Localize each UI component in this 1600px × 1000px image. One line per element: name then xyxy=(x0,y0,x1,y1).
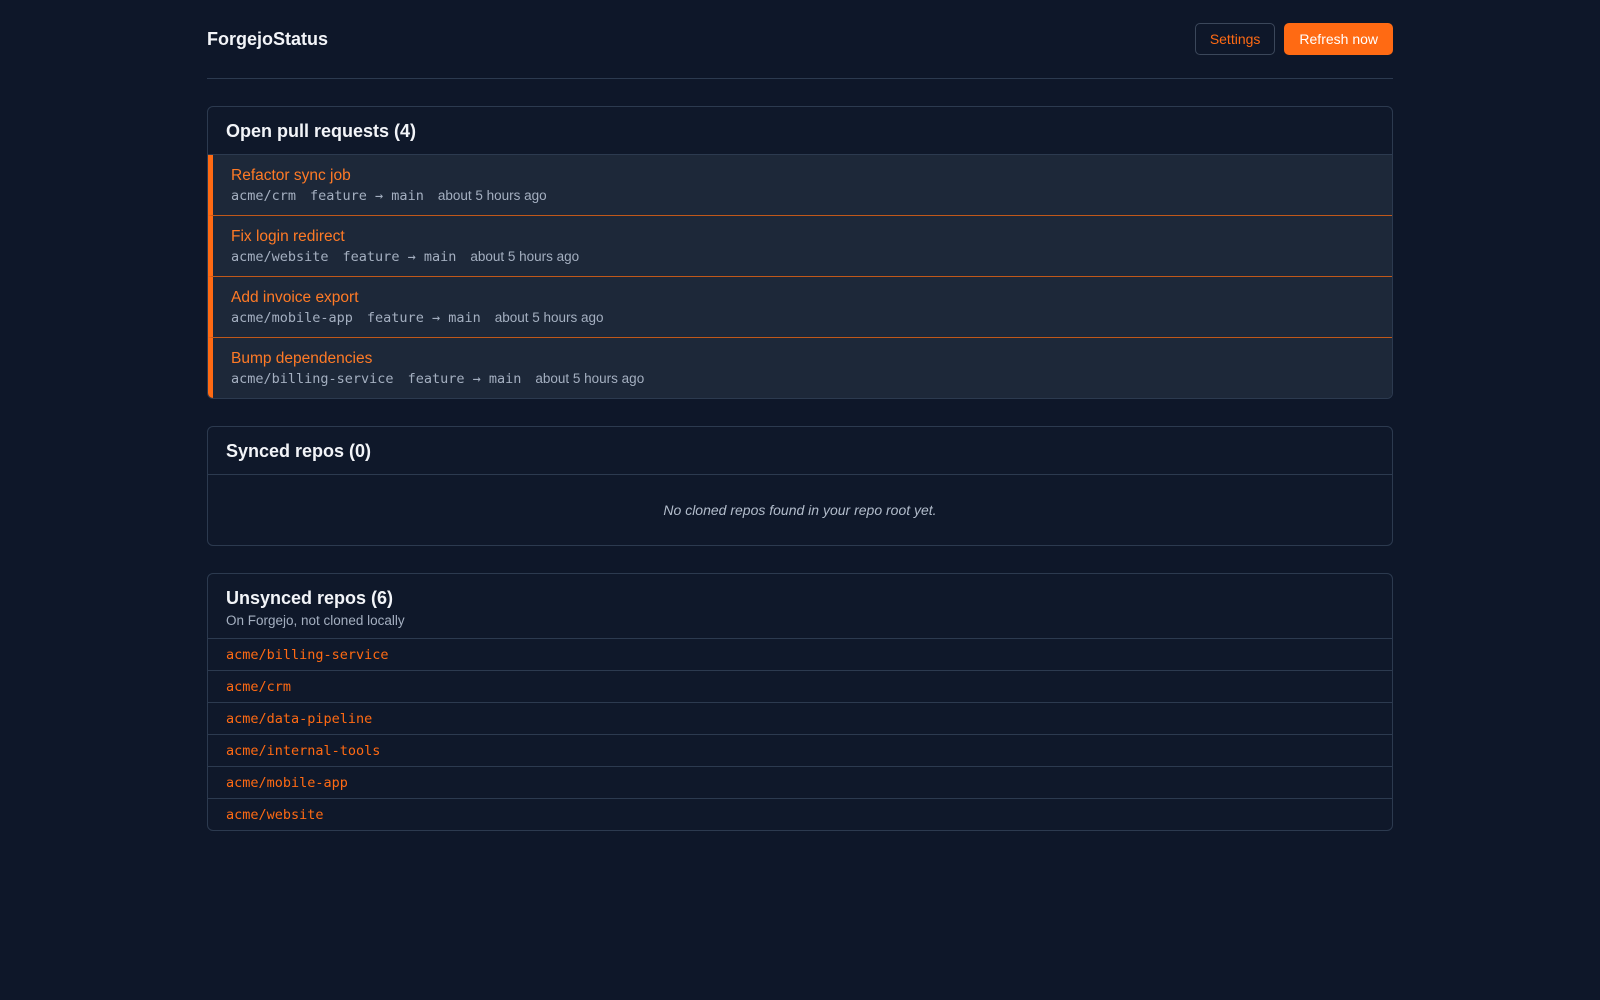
pull-request-meta: acme/website feature → main about 5 hour… xyxy=(231,249,1374,265)
repo-link[interactable]: acme/mobile-app xyxy=(208,767,1392,799)
top-header: ForgejoStatus Settings Refresh now xyxy=(207,0,1393,79)
repo-link[interactable]: acme/billing-service xyxy=(208,639,1392,671)
pull-request-list: Refactor sync job acme/crm feature → mai… xyxy=(208,155,1392,398)
pull-request-meta: acme/billing-service feature → main abou… xyxy=(231,371,1374,387)
pull-request-repo: acme/crm xyxy=(231,188,297,204)
pull-request-time: about 5 hours ago xyxy=(437,188,547,203)
pull-request-time: about 5 hours ago xyxy=(535,371,645,386)
pull-request-item: Bump dependencies acme/billing-service f… xyxy=(208,338,1392,398)
pull-request-item: Add invoice export acme/mobile-app featu… xyxy=(208,277,1392,338)
header-actions: Settings Refresh now xyxy=(1194,14,1393,55)
pull-request-item: Refactor sync job acme/crm feature → mai… xyxy=(208,155,1392,216)
pull-request-branch: feature → main xyxy=(407,371,522,387)
pull-request-repo: acme/billing-service xyxy=(231,371,394,387)
repo-link[interactable]: acme/crm xyxy=(208,671,1392,703)
panel-subtitle: On Forgejo, not cloned locally xyxy=(226,613,405,628)
page-container: ForgejoStatus Settings Refresh now Open … xyxy=(207,0,1393,831)
panel-title: Open pull requests (4) xyxy=(226,121,417,141)
repo-link[interactable]: acme/data-pipeline xyxy=(208,703,1392,735)
unsynced-repo-list: acme/billing-service acme/crm acme/data-… xyxy=(208,639,1392,830)
pull-request-item: Fix login redirect acme/website feature … xyxy=(208,216,1392,277)
pull-request-branch: feature → main xyxy=(310,188,424,204)
pull-request-title-link[interactable]: Refactor sync job xyxy=(231,166,1374,186)
app-title: ForgejoStatus xyxy=(207,29,329,49)
pull-request-branch: feature → main xyxy=(342,249,457,265)
repo-link[interactable]: acme/website xyxy=(208,799,1392,830)
synced-repos-panel: Synced repos (0) No cloned repos found i… xyxy=(207,426,1393,546)
panel-title: Synced repos (0) xyxy=(226,441,372,461)
panel-header: Open pull requests (4) xyxy=(208,107,1392,155)
pull-request-time: about 5 hours ago xyxy=(470,249,580,264)
pull-request-title-link[interactable]: Add invoice export xyxy=(231,288,1374,308)
pull-request-branch: feature → main xyxy=(366,310,481,326)
pull-request-meta: acme/crm feature → main about 5 hours ag… xyxy=(231,188,1374,204)
panel-header: Synced repos (0) xyxy=(208,427,1392,475)
pull-request-repo: acme/website xyxy=(231,249,329,265)
empty-state-message: No cloned repos found in your repo root … xyxy=(663,502,937,518)
unsynced-repos-panel: Unsynced repos (6) On Forgejo, not clone… xyxy=(207,573,1393,831)
pull-request-repo: acme/mobile-app xyxy=(231,310,353,326)
pull-request-title-link[interactable]: Fix login redirect xyxy=(231,227,1374,247)
pull-request-time: about 5 hours ago xyxy=(494,310,604,325)
refresh-now-button[interactable]: Refresh now xyxy=(1284,23,1393,55)
settings-button[interactable]: Settings xyxy=(1194,23,1276,55)
pull-request-title-link[interactable]: Bump dependencies xyxy=(231,349,1374,369)
panel-header: Unsynced repos (6) On Forgejo, not clone… xyxy=(208,574,1392,639)
panel-title: Unsynced repos (6) xyxy=(226,588,394,608)
open-pull-requests-panel: Open pull requests (4) Refactor sync job… xyxy=(207,106,1393,399)
repo-link[interactable]: acme/internal-tools xyxy=(208,735,1392,767)
pull-request-meta: acme/mobile-app feature → main about 5 h… xyxy=(231,310,1374,326)
